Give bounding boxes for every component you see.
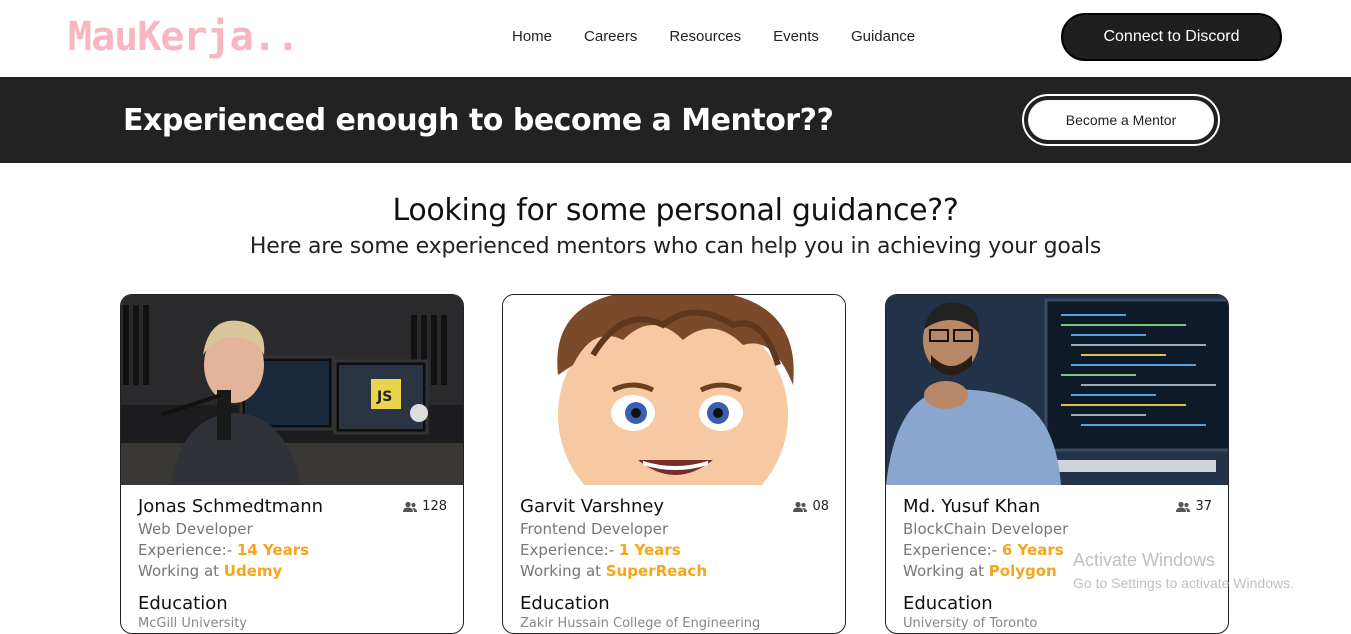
activate-windows-hint: Go to Settings to activate Windows. bbox=[1073, 575, 1294, 591]
mentor-experience: Experience:- 1 Years bbox=[520, 541, 681, 559]
experience-value: 14 Years bbox=[236, 541, 310, 559]
mentor-name: Md. Yusuf Khan bbox=[903, 496, 1041, 517]
mentee-count: 128 bbox=[403, 499, 447, 514]
users-icon bbox=[1176, 501, 1191, 512]
mentor-workplace: Working at SuperReach bbox=[520, 562, 707, 580]
users-icon bbox=[403, 501, 418, 512]
site-logo[interactable]: MauKerja.. bbox=[68, 14, 300, 60]
mentee-count-value: 128 bbox=[422, 499, 447, 514]
working-at-label: Working at bbox=[903, 562, 989, 580]
mentor-card[interactable]: JS Jonas Schmedtmann 128 Web Developer E… bbox=[120, 294, 464, 634]
mentor-role: Frontend Developer bbox=[520, 520, 669, 538]
nav-home[interactable]: Home bbox=[512, 28, 552, 45]
experience-value: 6 Years bbox=[1001, 541, 1064, 559]
mentor-photo bbox=[503, 295, 845, 485]
education-school: University of Toronto bbox=[903, 616, 1038, 631]
education-heading: Education bbox=[138, 593, 228, 614]
mentor-experience: Experience:- 6 Years bbox=[903, 541, 1064, 559]
mentor-workplace: Working at Polygon bbox=[903, 562, 1057, 580]
mentee-count-value: 37 bbox=[1195, 499, 1212, 514]
nav-events[interactable]: Events bbox=[773, 28, 819, 45]
site-header: MauKerja.. Home Careers Resources Events… bbox=[0, 0, 1351, 77]
become-mentor-button-ring[interactable]: Become a Mentor bbox=[1022, 94, 1220, 146]
mentor-role: BlockChain Developer bbox=[903, 520, 1069, 538]
experience-label: Experience:- bbox=[520, 541, 619, 559]
company-name: SuperReach bbox=[605, 562, 708, 580]
education-school: Zakir Hussain College of Engineering bbox=[520, 616, 761, 631]
mentor-photo bbox=[886, 295, 1228, 485]
education-heading: Education bbox=[520, 593, 610, 614]
banner-title: Experienced enough to become a Mentor?? bbox=[123, 103, 834, 138]
become-mentor-button[interactable]: Become a Mentor bbox=[1028, 100, 1214, 140]
mentor-workplace: Working at Udemy bbox=[138, 562, 282, 580]
section-subtitle: Here are some experienced mentors who ca… bbox=[249, 234, 1102, 259]
svg-text:JS: JS bbox=[376, 389, 392, 405]
section-title: Looking for some personal guidance?? bbox=[392, 193, 959, 228]
mentor-photo: JS bbox=[121, 295, 463, 485]
working-at-label: Working at bbox=[138, 562, 224, 580]
company-name: Polygon bbox=[988, 562, 1057, 580]
mentor-banner: Experienced enough to become a Mentor?? … bbox=[0, 77, 1351, 163]
nav-careers[interactable]: Careers bbox=[584, 28, 637, 45]
users-icon bbox=[793, 501, 808, 512]
main-nav: Home Careers Resources Events Guidance bbox=[512, 28, 947, 45]
mentor-role: Web Developer bbox=[138, 520, 253, 538]
mentee-count: 08 bbox=[793, 499, 829, 514]
nav-resources[interactable]: Resources bbox=[669, 28, 741, 45]
mentee-count: 37 bbox=[1176, 499, 1212, 514]
nav-guidance[interactable]: Guidance bbox=[851, 28, 915, 45]
activate-windows-title: Activate Windows bbox=[1073, 550, 1216, 570]
education-heading: Education bbox=[903, 593, 993, 614]
company-name: Udemy bbox=[223, 562, 283, 580]
connect-discord-button[interactable]: Connect to Discord bbox=[1061, 13, 1282, 61]
mentor-card[interactable]: Garvit Varshney 08 Frontend Developer Ex… bbox=[502, 294, 846, 634]
education-school: McGill University bbox=[138, 616, 247, 631]
mentee-count-value: 08 bbox=[812, 499, 829, 514]
mentor-experience: Experience:- 14 Years bbox=[138, 541, 309, 559]
experience-label: Experience:- bbox=[903, 541, 1002, 559]
working-at-label: Working at bbox=[520, 562, 606, 580]
mentor-name: Jonas Schmedtmann bbox=[138, 496, 324, 517]
experience-label: Experience:- bbox=[138, 541, 237, 559]
experience-value: 1 Years bbox=[618, 541, 681, 559]
mentor-name: Garvit Varshney bbox=[520, 496, 665, 517]
